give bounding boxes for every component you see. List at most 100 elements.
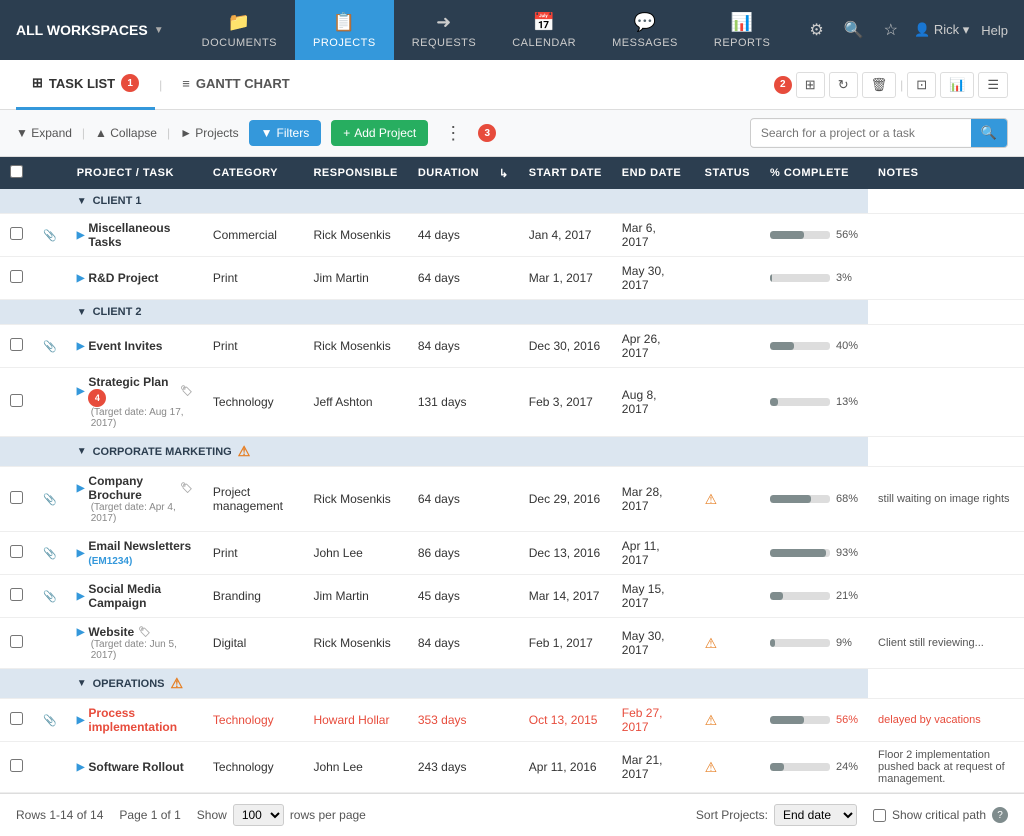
- search-input[interactable]: [751, 120, 971, 146]
- row-checkbox-cell[interactable]: [0, 325, 33, 368]
- row-expand-arrow[interactable]: ▶: [77, 715, 85, 726]
- row-checkbox[interactable]: [10, 227, 23, 240]
- row-notes: delayed by vacations: [868, 699, 1024, 742]
- expand-link[interactable]: ▼ Expand: [16, 126, 72, 140]
- row-checkbox[interactable]: [10, 588, 23, 601]
- row-pct-complete: 93%: [760, 532, 868, 575]
- toolbar-excel-btn[interactable]: 📊: [940, 72, 974, 98]
- progress-bar-bg: [770, 716, 830, 724]
- row-end-date: May 15, 2017: [612, 575, 695, 618]
- row-checkbox-cell[interactable]: [0, 257, 33, 300]
- col-start-date: START DATE: [519, 157, 612, 189]
- row-expand-arrow[interactable]: ▶: [77, 273, 85, 284]
- row-checkbox[interactable]: [10, 394, 23, 407]
- table-row: 📎 ▶ Process implementation Technology Ho…: [0, 699, 1024, 742]
- row-checkbox-cell[interactable]: [0, 699, 33, 742]
- tab-task-list[interactable]: ⊞ TASK LIST 1: [16, 60, 155, 110]
- nav-item-requests[interactable]: ➜ REQUESTS: [394, 0, 495, 60]
- toolbar-grid-btn[interactable]: ⊡: [907, 72, 936, 98]
- row-notes: [868, 325, 1024, 368]
- group-expand-icon[interactable]: ▼: [77, 446, 87, 457]
- nav-item-projects[interactable]: 📋 PROJECTS: [295, 0, 394, 60]
- row-expand-arrow[interactable]: ▶: [77, 627, 85, 638]
- row-checkbox-cell[interactable]: [0, 742, 33, 793]
- gear-button[interactable]: ⚙: [805, 16, 827, 44]
- row-expand-arrow[interactable]: ▶: [77, 591, 85, 602]
- select-all-checkbox[interactable]: [10, 165, 23, 178]
- col-notes: NOTES: [868, 157, 1024, 189]
- more-options-button[interactable]: ⋮: [438, 121, 468, 146]
- row-checkbox-cell[interactable]: [0, 368, 33, 437]
- tabs-bar: ⊞ TASK LIST 1 | ≡ GANTT CHART 2 ⊞ ↻ 🗑 | …: [0, 60, 1024, 110]
- help-icon[interactable]: ?: [992, 807, 1008, 823]
- row-checkbox[interactable]: [10, 712, 23, 725]
- tab-badge-2: 2: [774, 76, 792, 94]
- rows-per-page-select[interactable]: 100 50 25: [233, 804, 284, 826]
- row-expand-arrow[interactable]: ▶: [77, 548, 85, 559]
- group-expand-icon[interactable]: ▼: [77, 307, 87, 318]
- search-submit-button[interactable]: 🔍: [971, 119, 1007, 147]
- nav-item-messages[interactable]: 💬 MESSAGES: [594, 0, 696, 60]
- table-row: 📎 ▶ Miscellaneous Tasks Commercial Rick …: [0, 214, 1024, 257]
- row-checkbox-cell[interactable]: [0, 214, 33, 257]
- row-end-date: Mar 6, 2017: [612, 214, 695, 257]
- row-checkbox[interactable]: [10, 545, 23, 558]
- row-status: ⚠: [695, 742, 760, 793]
- add-project-label: Add Project: [354, 126, 416, 140]
- row-expand-arrow[interactable]: ▶: [77, 483, 85, 494]
- nav-item-reports[interactable]: 📊 REPORTS: [696, 0, 788, 60]
- row-status: [695, 257, 760, 300]
- row-link-col: [489, 467, 519, 532]
- nav-item-calendar[interactable]: 📅 CALENDAR: [494, 0, 594, 60]
- row-start-date: Dec 30, 2016: [519, 325, 612, 368]
- pct-label: 13%: [836, 396, 858, 408]
- search-wrap: 🔍: [750, 118, 1008, 148]
- brand[interactable]: ALL WORKSPACES ▼: [16, 22, 164, 38]
- group-expand-icon[interactable]: ▼: [77, 196, 87, 207]
- sort-select[interactable]: End date Start date Name: [774, 804, 857, 826]
- toolbar-delete-btn[interactable]: 🗑: [862, 72, 897, 98]
- row-pct-complete: 9%: [760, 618, 868, 669]
- search-button[interactable]: 🔍: [840, 16, 868, 44]
- row-expand-arrow[interactable]: ▶: [77, 341, 85, 352]
- tag-icon: 🏷: [138, 627, 151, 638]
- row-warn-icon: ⚠: [705, 491, 718, 507]
- row-checkbox-cell[interactable]: [0, 467, 33, 532]
- task-table: PROJECT / TASK CATEGORY RESPONSIBLE DURA…: [0, 157, 1024, 793]
- row-expand-arrow[interactable]: ▶: [77, 230, 85, 241]
- row-category: Commercial: [203, 214, 304, 257]
- row-name-cell: ▶ Software Rollout: [67, 742, 203, 793]
- row-checkbox-cell[interactable]: [0, 575, 33, 618]
- progress-bar-fill: [770, 763, 784, 771]
- row-checkbox[interactable]: [10, 759, 23, 772]
- tab-gantt-chart[interactable]: ≡ GANTT CHART: [166, 60, 305, 110]
- row-pin-cell: 📎: [33, 699, 67, 742]
- toolbar-refresh-btn[interactable]: ↻: [829, 72, 858, 98]
- group-expand-icon[interactable]: ▼: [77, 678, 87, 689]
- filters-button[interactable]: ▼ Filters: [249, 120, 322, 146]
- add-project-button[interactable]: + Add Project: [331, 120, 428, 146]
- nav-item-documents[interactable]: 📁 DOCUMENTS: [184, 0, 295, 60]
- row-expand-arrow[interactable]: ▶: [77, 762, 85, 773]
- toolbar-list-btn[interactable]: ☰: [978, 72, 1008, 98]
- table-row: 📎 ▶ Company Brochure 🏷 (Target date: Apr…: [0, 467, 1024, 532]
- requests-icon: ➜: [436, 12, 452, 33]
- projects-link[interactable]: ► Projects: [180, 126, 239, 140]
- row-expand-arrow[interactable]: ▶: [77, 386, 85, 397]
- row-checkbox[interactable]: [10, 635, 23, 648]
- help-link[interactable]: Help: [981, 23, 1008, 38]
- row-checkbox[interactable]: [10, 491, 23, 504]
- row-checkbox-cell[interactable]: [0, 618, 33, 669]
- critical-path-checkbox[interactable]: [873, 809, 886, 822]
- pin-icon: 📎: [43, 494, 57, 506]
- collapse-link[interactable]: ▲ Collapse: [95, 126, 157, 140]
- col-pin: [33, 157, 67, 189]
- row-category: Technology: [203, 368, 304, 437]
- user-menu[interactable]: 👤 Rick ▾: [914, 22, 969, 38]
- row-checkbox-cell[interactable]: [0, 532, 33, 575]
- row-duration: 44 days: [408, 214, 489, 257]
- star-button[interactable]: ☆: [880, 16, 902, 44]
- toolbar-copy-btn[interactable]: ⊞: [796, 72, 825, 98]
- row-checkbox[interactable]: [10, 270, 23, 283]
- row-checkbox[interactable]: [10, 338, 23, 351]
